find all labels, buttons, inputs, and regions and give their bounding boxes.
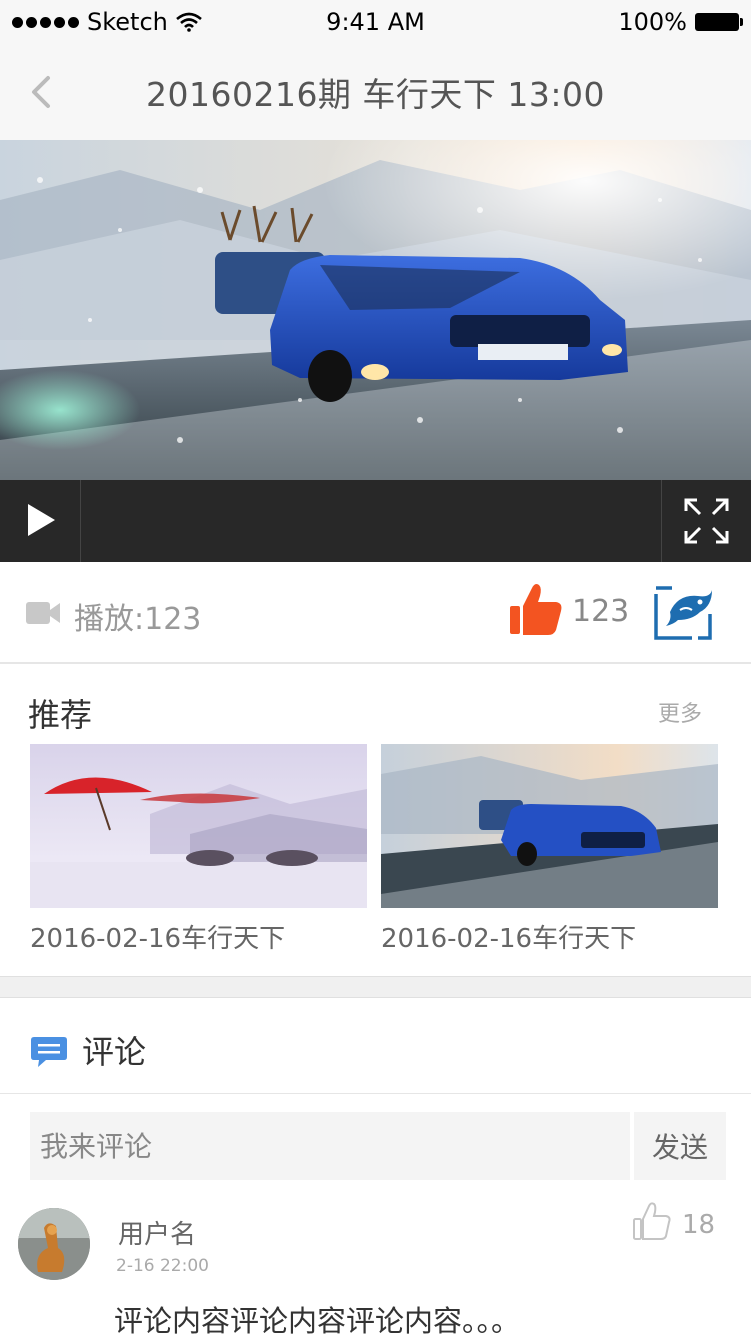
comment-text: 评论内容评论内容评论内容。。。 <box>114 1304 521 1338</box>
comment-username: 用户名 <box>118 1220 197 1250</box>
page-title: 20160216期 车行天下 13:00 <box>145 75 606 114</box>
recommend-caption: 2016-02-16车行天下 <box>30 924 286 954</box>
recommend-title: 推荐 <box>28 696 93 734</box>
recommend-caption: 2016-02-16车行天下 <box>381 924 637 954</box>
avatar-image <box>18 1208 90 1280</box>
avatar[interactable] <box>18 1208 90 1280</box>
play-count: 123 <box>144 602 202 637</box>
video-stats: 播放:123 123 <box>0 562 751 664</box>
battery-icon <box>695 13 743 31</box>
comment-icon <box>31 1037 67 1067</box>
comment-like-button[interactable] <box>632 1202 672 1242</box>
comment-like-count: 18 <box>682 1210 716 1240</box>
video-controls <box>0 480 751 562</box>
nav-bar: 20160216期 车行天下 13:00 <box>0 44 751 141</box>
recommend-thumbnail <box>381 744 718 908</box>
play-button[interactable] <box>0 480 81 562</box>
more-link[interactable]: 更多 <box>658 696 702 728</box>
video-camera-icon <box>26 602 60 624</box>
video-player[interactable] <box>0 140 751 480</box>
comments-header: 评论 <box>0 997 751 1094</box>
like-button[interactable] <box>508 582 564 636</box>
recommend-thumbnail <box>30 744 367 908</box>
fullscreen-icon <box>684 498 729 544</box>
like-count: 123 <box>572 594 630 629</box>
send-button[interactable]: 发送 <box>634 1112 726 1180</box>
play-count-label: 播放: <box>74 602 145 637</box>
section-divider <box>0 976 751 998</box>
status-bar: Sketch 9:41 AM 100% <box>0 0 751 44</box>
comments-title: 评论 <box>82 1033 147 1071</box>
comment-input[interactable] <box>30 1112 630 1180</box>
battery-percent: 100% <box>618 8 687 36</box>
recommend-card[interactable]: 2016-02-16车行天下 <box>30 744 367 955</box>
comment-time: 2-16 22:00 <box>116 1256 209 1276</box>
fullscreen-button[interactable] <box>661 480 751 562</box>
video-frame-image <box>0 140 751 480</box>
share-bird-button[interactable] <box>652 584 714 642</box>
recommend-card[interactable]: 2016-02-16车行天下 <box>381 744 718 955</box>
